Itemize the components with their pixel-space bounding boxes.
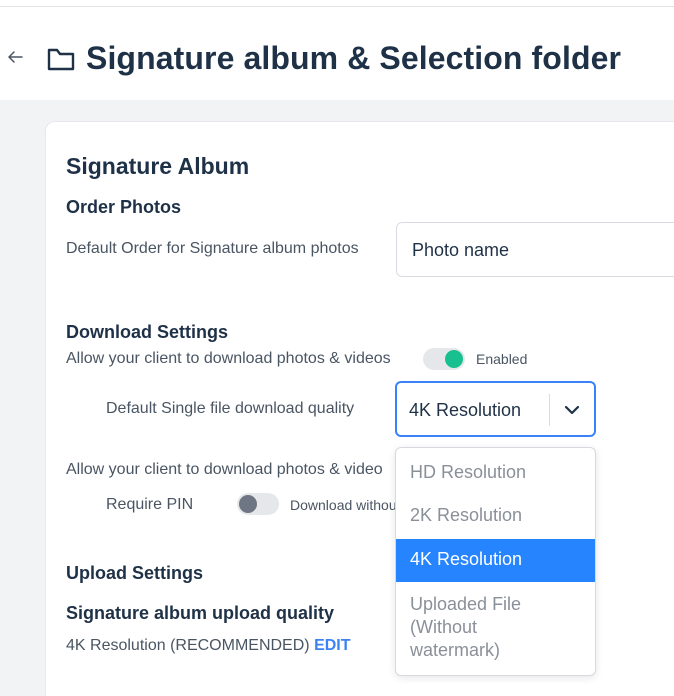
single-quality-label: Default Single file download quality xyxy=(106,400,355,417)
upload-quality-line: 4K Resolution (RECOMMENDED) EDIT xyxy=(66,637,351,655)
back-arrow-icon[interactable] xyxy=(6,48,24,66)
quality-dropdown-menu: HD Resolution 2K Resolution 4K Resolutio… xyxy=(395,447,596,676)
allow-download-state: Enabled xyxy=(476,351,528,367)
dropdown-option-hd[interactable]: HD Resolution xyxy=(396,462,595,483)
dropdown-option-2k[interactable]: 2K Resolution xyxy=(396,505,595,526)
allow-download-toggle[interactable] xyxy=(423,348,465,370)
download-settings-heading: Download Settings xyxy=(66,322,228,342)
require-pin-toggle[interactable] xyxy=(237,493,279,515)
require-pin-state: Download withou xyxy=(290,497,397,513)
upload-quality-value: 4K Resolution (RECOMMENDED) xyxy=(66,637,310,654)
dropdown-option-uploaded-file[interactable]: Uploaded File (Without watermark) xyxy=(396,593,595,662)
folder-icon xyxy=(47,48,75,71)
select-separator xyxy=(549,394,550,426)
default-order-label: Default Order for Signature album photos xyxy=(66,240,359,257)
dropdown-option-4k[interactable]: 4K Resolution xyxy=(396,539,595,582)
require-pin-label: Require PIN xyxy=(106,496,194,513)
chevron-down-icon[interactable] xyxy=(563,401,581,419)
page-title: Signature album & Selection folder xyxy=(86,40,622,76)
allow-download-label: Allow your client to download photos & v… xyxy=(66,350,391,367)
edit-upload-quality-link[interactable]: EDIT xyxy=(314,637,350,654)
order-photos-heading: Order Photos xyxy=(66,197,182,217)
default-order-input[interactable]: Photo name xyxy=(396,222,674,277)
toggle-knob xyxy=(239,495,257,513)
signature-album-heading: Signature Album xyxy=(66,153,250,179)
top-divider xyxy=(0,6,674,7)
upload-settings-heading: Upload Settings xyxy=(66,563,204,583)
default-order-value: Photo name xyxy=(412,240,510,260)
single-quality-select[interactable]: 4K Resolution xyxy=(395,381,596,437)
single-quality-value: 4K Resolution xyxy=(409,400,522,420)
toggle-knob xyxy=(445,350,463,368)
upload-quality-heading: Signature album upload quality xyxy=(66,603,335,623)
allow-download-label-2: Allow your client to download photos & v… xyxy=(66,461,383,478)
